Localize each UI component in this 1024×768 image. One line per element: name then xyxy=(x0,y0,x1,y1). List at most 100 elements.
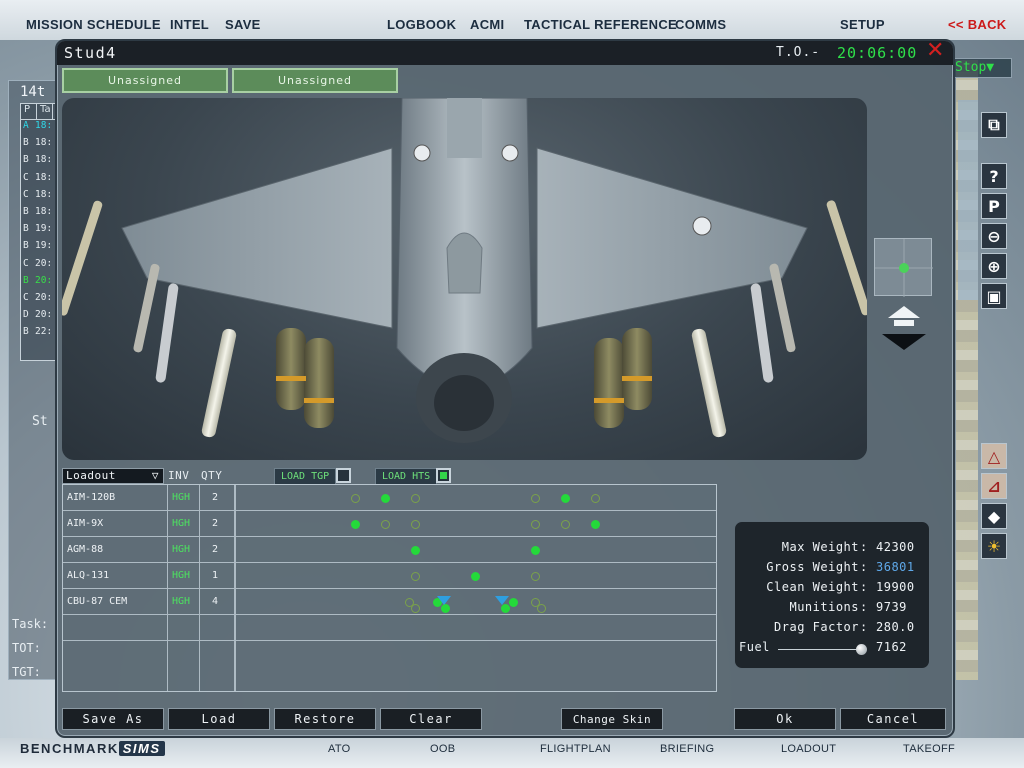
flight-list-row[interactable]: B 19: xyxy=(21,240,57,257)
logo-sims: SIMS xyxy=(118,741,165,756)
save-as-button[interactable]: Save As xyxy=(62,708,164,730)
flight-list-header: P Ta xyxy=(21,104,57,120)
nav-back[interactable]: << BACK xyxy=(948,17,1006,32)
hardpoint-indicator[interactable] xyxy=(591,520,600,529)
nav-intel[interactable]: INTEL xyxy=(170,17,209,32)
store-row[interactable]: CBU-87 CEM HGH 4 xyxy=(63,589,716,615)
footer-oob[interactable]: OOB xyxy=(430,743,455,755)
flight-list: P Ta A 18: B 18: B 18: C 18: C 18: B 18: B 19: B 19: C 20… xyxy=(20,103,58,361)
flight-list-row[interactable]: B 19: xyxy=(21,223,57,240)
cancel-button[interactable]: Cancel xyxy=(840,708,946,730)
aircraft-illustration xyxy=(62,98,867,443)
hardpoint-indicator[interactable] xyxy=(531,572,540,581)
hardpoint-indicator[interactable] xyxy=(411,604,420,613)
flight-list-row[interactable]: B 22: xyxy=(21,326,57,343)
weather-icon[interactable]: ☀ xyxy=(981,533,1007,559)
hardpoint-indicator[interactable] xyxy=(531,546,540,555)
hardpoint-indicator[interactable] xyxy=(561,494,570,503)
flight-package: C xyxy=(23,188,29,200)
stores-table: AIM-120B HGH 2 AIM-9X HGH 2 AGM-88 HGH 2 ALQ-131 H… xyxy=(62,484,717,692)
flight-takeoff-time: 18: xyxy=(35,137,53,149)
nav-save[interactable]: SAVE xyxy=(225,17,261,32)
hardpoint-indicator[interactable] xyxy=(411,572,420,581)
hardpoint-indicator[interactable] xyxy=(471,572,480,581)
hardpoint-indicator[interactable] xyxy=(381,520,390,529)
flight-takeoff-time: 19: xyxy=(35,223,53,235)
load-tgp-checkbox[interactable] xyxy=(336,468,351,483)
footer-briefing[interactable]: BRIEFING xyxy=(660,743,714,755)
flight-list-row[interactable]: C 20: xyxy=(21,292,57,309)
hardpoint-indicator[interactable] xyxy=(411,546,420,555)
hardpoint-indicator[interactable] xyxy=(381,494,390,503)
store-row[interactable]: AGM-88 HGH 2 xyxy=(63,537,716,563)
hardpoint-indicator[interactable] xyxy=(509,598,518,607)
footer-ato[interactable]: ATO xyxy=(328,743,351,755)
nav-tactical-reference[interactable]: TACTICAL REFERENCE xyxy=(524,17,677,32)
flight-package: A xyxy=(23,120,29,131)
footer-flightplan[interactable]: FLIGHTPLAN xyxy=(540,743,611,755)
restore-button[interactable]: Restore xyxy=(274,708,376,730)
flight-list-row[interactable]: B 18: xyxy=(21,154,57,171)
p-icon[interactable]: P xyxy=(981,193,1007,219)
fuel-slider[interactable] xyxy=(778,649,858,650)
chevron-down-icon: ▽ xyxy=(151,469,159,482)
hardpoint-indicator[interactable] xyxy=(591,494,600,503)
hardpoint-indicator[interactable] xyxy=(531,494,540,503)
camera-pan-control[interactable] xyxy=(874,238,933,297)
flight-takeoff-time: 20: xyxy=(35,291,53,303)
resize-icon[interactable]: ⧉ xyxy=(981,112,1007,138)
munitions-value: 9739 xyxy=(876,600,907,614)
loadout-select[interactable]: Loadout ▽ xyxy=(62,468,164,484)
ok-button[interactable]: Ok xyxy=(734,708,836,730)
close-icon[interactable]: ✕ xyxy=(926,38,944,63)
zoom-in-icon[interactable]: ⊕ xyxy=(981,253,1007,279)
nav-mission-schedule[interactable]: MISSION SCHEDULE xyxy=(26,17,161,32)
store-quantity: 2 xyxy=(199,485,235,511)
nav-acmi[interactable]: ACMI xyxy=(470,17,504,32)
flight-list-row[interactable]: B 20: xyxy=(21,275,57,292)
hardpoint-indicator[interactable] xyxy=(351,494,360,503)
load-hts-checkbox[interactable] xyxy=(436,468,451,483)
load-button[interactable]: Load xyxy=(168,708,270,730)
flight-list-row[interactable]: D 20: xyxy=(21,309,57,326)
hardpoint-indicator[interactable] xyxy=(411,494,420,503)
nav-comms[interactable]: COMMS xyxy=(675,17,726,32)
flight-slot-button-1[interactable]: Unassigned xyxy=(62,68,228,93)
flight-slot-button-2[interactable]: Unassigned xyxy=(232,68,398,93)
column-header-qty: QTY xyxy=(201,469,223,482)
store-row[interactable]: ALQ-131 HGH 1 xyxy=(63,563,716,589)
hardpoint-indicator[interactable] xyxy=(531,520,540,529)
hardpoint-indicator[interactable] xyxy=(351,520,360,529)
store-inventory: HGH xyxy=(167,537,199,563)
zoom-arrows-icon[interactable] xyxy=(880,306,928,350)
footer-takeoff[interactable]: TAKEOFF xyxy=(903,743,955,755)
footer-loadout[interactable]: LOADOUT xyxy=(781,743,836,755)
hardpoint-indicator[interactable] xyxy=(537,604,546,613)
nav-logbook[interactable]: LOGBOOK xyxy=(387,17,456,32)
store-name: AIM-9X xyxy=(67,518,104,529)
help-icon[interactable]: ? xyxy=(981,163,1007,189)
hardpoint-indicator[interactable] xyxy=(501,604,510,613)
flight-list-row[interactable]: B 18: xyxy=(21,137,57,154)
unit-icon[interactable]: ◆ xyxy=(981,503,1007,529)
time-compression-select[interactable]: Stop▼ xyxy=(950,58,1012,78)
flight-package: B xyxy=(23,205,29,217)
flight-list-row[interactable]: A 18: xyxy=(21,120,57,137)
flight-list-row[interactable]: C 18: xyxy=(21,172,57,189)
flight-list-row[interactable]: B 18: xyxy=(21,206,57,223)
aircraft-3d-view[interactable] xyxy=(62,98,867,460)
hardpoint-indicator[interactable] xyxy=(411,520,420,529)
flight-list-row[interactable]: C 20: xyxy=(21,258,57,275)
clear-button[interactable]: Clear xyxy=(380,708,482,730)
profile-icon[interactable]: △ xyxy=(981,443,1007,469)
hardpoint-indicator[interactable] xyxy=(561,520,570,529)
hardpoint-indicator[interactable] xyxy=(441,604,450,613)
flight-list-row[interactable]: C 18: xyxy=(21,189,57,206)
nav-setup[interactable]: SETUP xyxy=(840,17,885,32)
fuel-slider-handle[interactable] xyxy=(856,644,867,655)
profile2-icon[interactable]: ⊿ xyxy=(981,473,1007,499)
frame-icon[interactable]: ▣ xyxy=(981,283,1007,309)
change-skin-button[interactable]: Change Skin xyxy=(561,708,663,730)
flight-takeoff-time: 18: xyxy=(35,171,53,183)
zoom-out-icon[interactable]: ⊖ xyxy=(981,223,1007,249)
